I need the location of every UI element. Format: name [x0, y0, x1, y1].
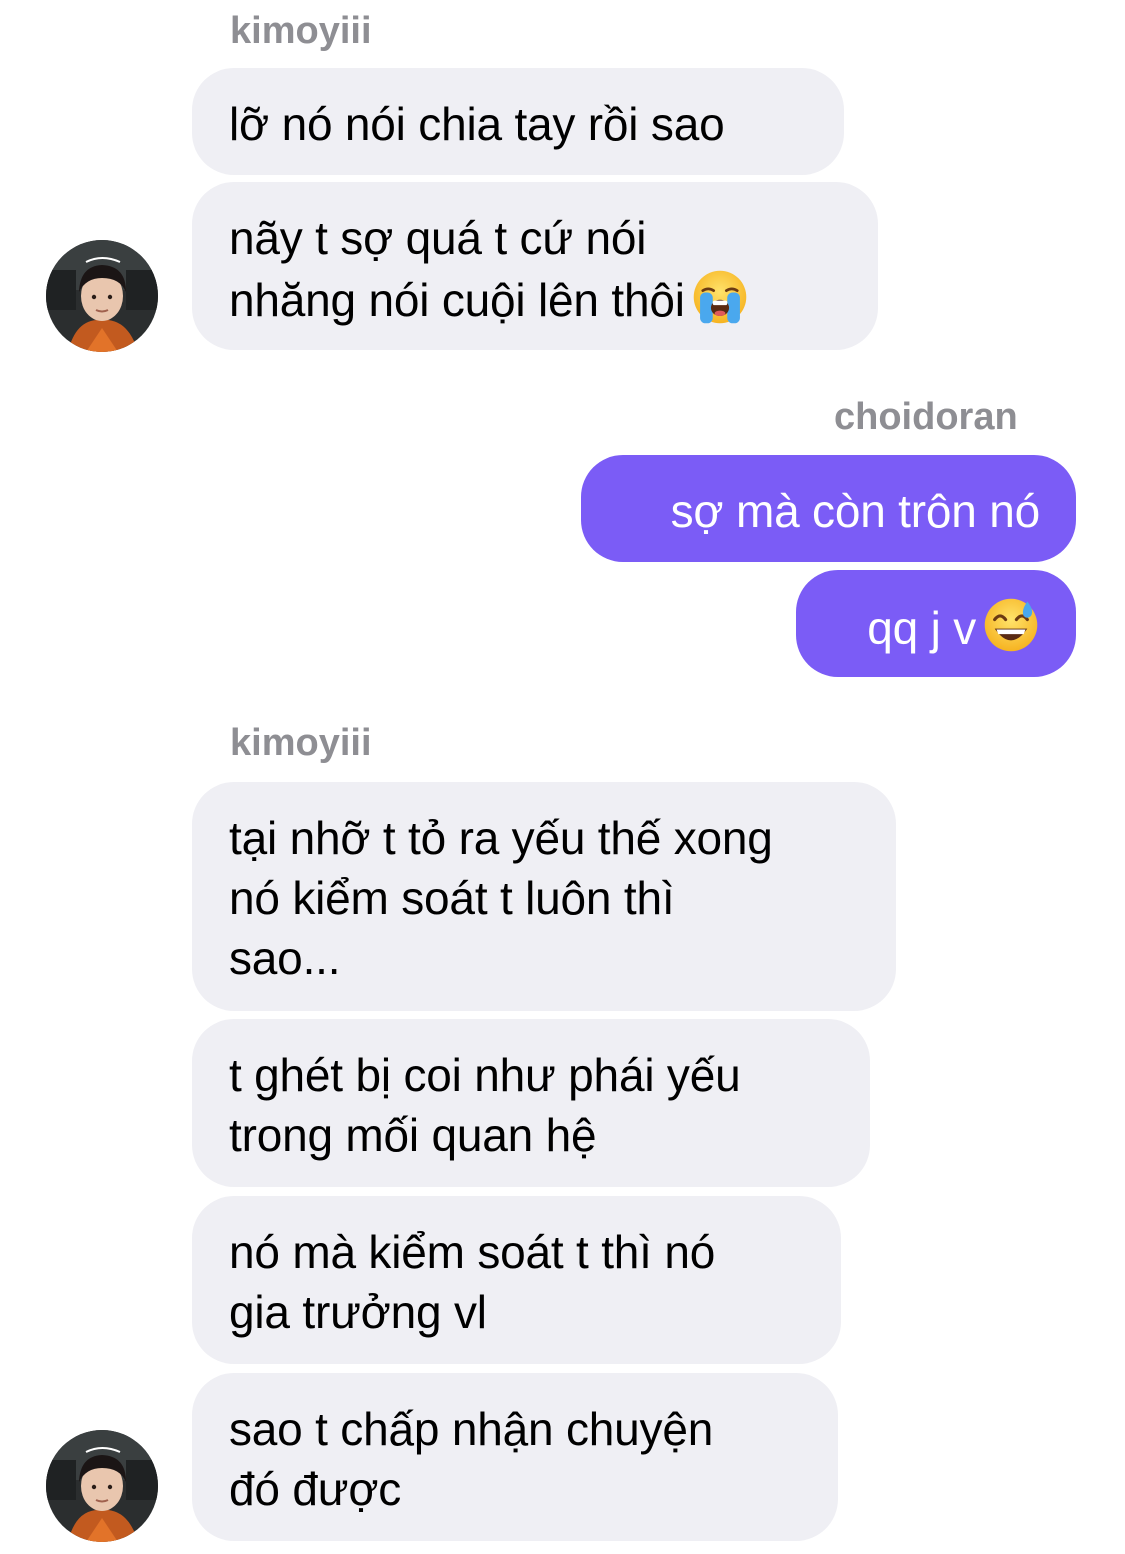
message-text: lỡ nó nói chia tay rồi sao [229, 98, 725, 150]
message-bubble[interactable]: tại nhỡ t tỏ ra yếu thế xong nó kiểm soá… [192, 782, 896, 1011]
avatar-photo [46, 240, 158, 352]
message-text: sợ mà còn trôn nó [670, 485, 1041, 537]
message-text: nó kiểm soát t luôn thì [229, 872, 675, 924]
message-bubble[interactable]: t ghét bị coi như phái yếu trong mối qua… [192, 1019, 870, 1187]
message-text: nhăng nói cuội lên thôi [229, 268, 842, 330]
message-text: sao... [229, 932, 341, 984]
loudly-crying-face-emoji [693, 270, 747, 324]
avatar[interactable] [46, 1430, 158, 1542]
message-text: nó mà kiểm soát t thì nó [229, 1226, 716, 1278]
message-text: đó được [229, 1463, 402, 1515]
message-text: trong mối quan hệ [229, 1109, 597, 1161]
message-bubble[interactable]: sao t chấp nhận chuyện đó được [192, 1373, 838, 1541]
message-text: qq j v [833, 596, 1040, 658]
avatar[interactable] [46, 240, 158, 352]
message-text: sao t chấp nhận chuyện [229, 1403, 714, 1455]
message-text: tại nhỡ t tỏ ra yếu thế xong [229, 812, 773, 864]
message-bubble[interactable]: sợ mà còn trôn nó [581, 455, 1076, 562]
message-text: nãy t sợ quá t cứ nói [229, 212, 647, 264]
avatar-photo [46, 1430, 158, 1542]
message-text: t ghét bị coi như phái yếu [229, 1049, 741, 1101]
grinning-sweat-face-emoji [984, 598, 1038, 652]
message-bubble[interactable]: lỡ nó nói chia tay rồi sao [192, 68, 844, 175]
sender-name: choidoran [834, 396, 1018, 438]
message-bubble[interactable]: nó mà kiểm soát t thì nó gia trưởng vl [192, 1196, 841, 1364]
message-text: gia trưởng vl [229, 1286, 487, 1338]
message-bubble[interactable]: nãy t sợ quá t cứ nói nhăng nói cuội lên… [192, 182, 878, 350]
message-bubble[interactable]: qq j v [796, 570, 1076, 677]
sender-name: kimoyiii [230, 10, 372, 52]
sender-name: kimoyiii [230, 722, 372, 764]
